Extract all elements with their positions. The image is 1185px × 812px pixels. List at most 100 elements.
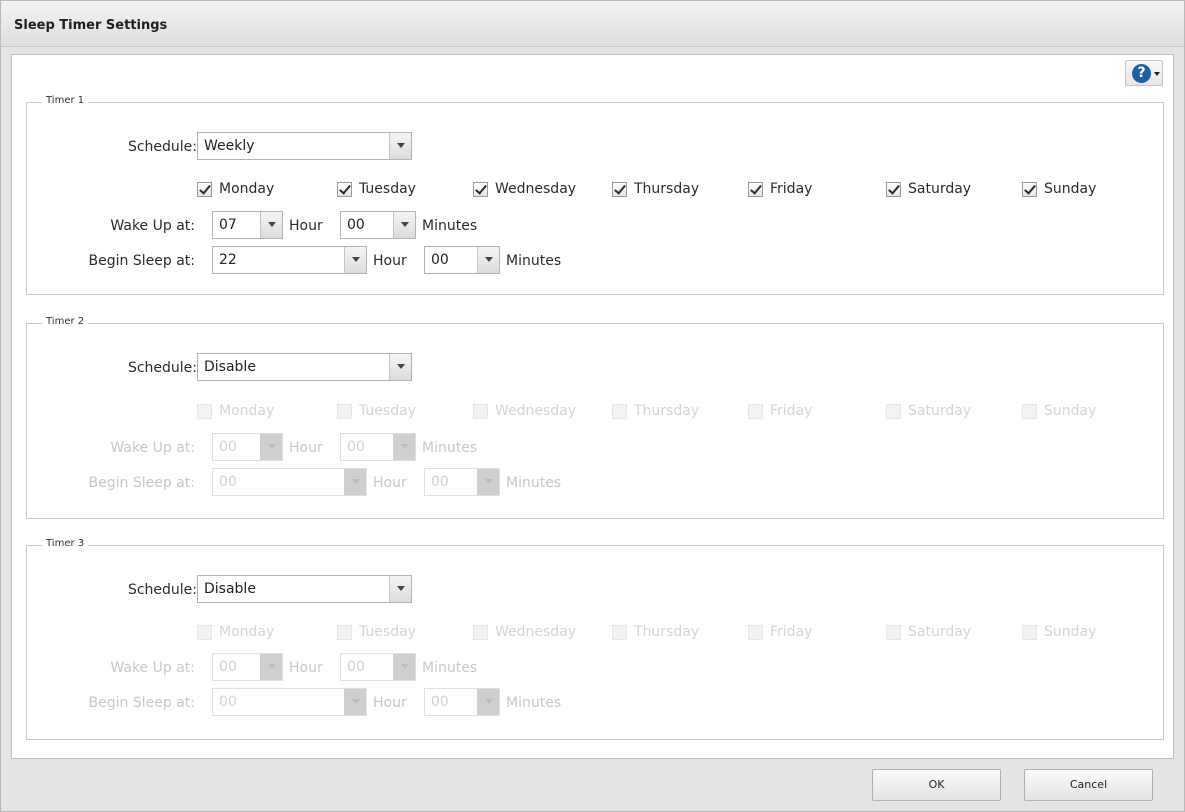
- sleep-hour-value: 00: [219, 474, 237, 490]
- timer-3-sleep-minutes-select: 00: [424, 688, 500, 716]
- checkbox-icon: [1022, 625, 1037, 640]
- begin-sleep-label: Begin Sleep at:: [88, 695, 195, 711]
- day-label: Sunday: [1044, 403, 1097, 419]
- day-label: Wednesday: [495, 181, 577, 197]
- checkbox-icon: [1022, 404, 1037, 419]
- chevron-down-icon: [393, 654, 415, 680]
- day-label: Tuesday: [359, 624, 416, 640]
- timer-1-wake-hour-select[interactable]: 07: [212, 211, 283, 239]
- begin-sleep-label: Begin Sleep at:: [88, 475, 195, 491]
- checkbox-icon: [886, 404, 901, 419]
- minutes-label: Minutes: [422, 440, 478, 456]
- timer-2-legend: Timer 2: [42, 316, 89, 327]
- wake-up-label: Wake Up at:: [110, 440, 195, 456]
- checkbox-icon: [748, 182, 763, 197]
- dialog-titlebar: Sleep Timer Settings: [1, 1, 1184, 47]
- timer-1-sleep-minutes-select[interactable]: 00: [424, 246, 500, 274]
- schedule-value: Weekly: [204, 138, 255, 154]
- timer-1-schedule-select[interactable]: Weekly: [197, 132, 412, 160]
- sleep-hour-value: 22: [219, 252, 237, 268]
- wake-up-label: Wake Up at:: [110, 218, 195, 234]
- timer-1-sleep-hour-select[interactable]: 22: [212, 246, 367, 274]
- checkbox-icon: [197, 625, 212, 640]
- day-label: Saturday: [908, 624, 972, 640]
- timer-2-wake-hour-select: 00: [212, 433, 283, 461]
- day-label: Friday: [770, 624, 813, 640]
- timer-3-wake-hour-select: 00: [212, 653, 283, 681]
- schedule-value: Disable: [204, 359, 256, 375]
- timer-1-group: Timer 1 Schedule: Weekly Monday Tuesday …: [26, 95, 1164, 295]
- day-label: Saturday: [908, 403, 972, 419]
- timer-2-schedule-select[interactable]: Disable: [197, 353, 412, 381]
- chevron-down-icon: [393, 212, 415, 238]
- checkbox-icon: [337, 625, 352, 640]
- wake-minutes-value: 00: [347, 217, 365, 233]
- chevron-down-icon: [260, 212, 282, 238]
- dialog-content: ? Timer 1 Schedule: Weekly Monday Tuesda…: [11, 54, 1174, 759]
- chevron-down-icon: [389, 133, 411, 159]
- sleep-minutes-value: 00: [431, 694, 449, 710]
- dialog-title: Sleep Timer Settings: [14, 18, 168, 33]
- timer-3-group: Timer 3 Schedule: Disable Monday Tuesday…: [26, 538, 1164, 740]
- checkbox-icon: [473, 625, 488, 640]
- checkbox-icon: [337, 182, 352, 197]
- timer-2-wake-minutes-select: 00: [340, 433, 416, 461]
- chevron-down-icon: [260, 434, 282, 460]
- chevron-down-icon: [477, 469, 499, 495]
- help-button[interactable]: ?: [1125, 60, 1163, 86]
- chevron-down-icon: [393, 434, 415, 460]
- checkbox-icon: [748, 625, 763, 640]
- schedule-label: Schedule:: [127, 582, 197, 598]
- day-label: Saturday: [908, 181, 972, 197]
- chevron-down-icon: [389, 576, 411, 602]
- sleep-timer-dialog: Sleep Timer Settings ? Timer 1 Schedule:…: [0, 0, 1185, 812]
- day-label: Friday: [770, 181, 813, 197]
- schedule-label: Schedule:: [127, 139, 197, 155]
- hour-label: Hour: [289, 218, 323, 234]
- wake-minutes-value: 00: [347, 439, 365, 455]
- day-label: Tuesday: [359, 403, 416, 419]
- minutes-label: Minutes: [506, 475, 562, 491]
- checkbox-icon: [886, 182, 901, 197]
- chevron-down-icon: [1154, 72, 1160, 76]
- wake-hour-value: 07: [219, 217, 237, 233]
- hour-label: Hour: [289, 440, 323, 456]
- sleep-minutes-value: 00: [431, 474, 449, 490]
- timer-3-schedule-select[interactable]: Disable: [197, 575, 412, 603]
- sleep-hour-value: 00: [219, 694, 237, 710]
- wake-hour-value: 00: [219, 439, 237, 455]
- day-label: Monday: [219, 624, 275, 640]
- timer-3-legend: Timer 3: [42, 538, 89, 549]
- timer-3-wake-minutes-select: 00: [340, 653, 416, 681]
- day-label: Monday: [219, 403, 275, 419]
- day-label: Thursday: [634, 181, 700, 197]
- day-label: Tuesday: [359, 181, 416, 197]
- checkbox-icon: [473, 182, 488, 197]
- cancel-button[interactable]: Cancel: [1024, 769, 1153, 801]
- hour-label: Hour: [289, 660, 323, 676]
- checkbox-icon: [612, 404, 627, 419]
- wake-hour-value: 00: [219, 659, 237, 675]
- checkbox-icon: [1022, 182, 1037, 197]
- checkbox-icon: [612, 182, 627, 197]
- chevron-down-icon: [477, 247, 499, 273]
- timer-2-sleep-hour-select: 00: [212, 468, 367, 496]
- wake-minutes-value: 00: [347, 659, 365, 675]
- day-label: Thursday: [634, 403, 700, 419]
- ok-button[interactable]: OK: [872, 769, 1001, 801]
- timer-3-sleep-hour-select: 00: [212, 688, 367, 716]
- checkbox-icon: [197, 404, 212, 419]
- chevron-down-icon: [389, 354, 411, 380]
- timer-2-group: Timer 2 Schedule: Disable Monday Tuesday…: [26, 316, 1164, 519]
- minutes-label: Minutes: [422, 218, 478, 234]
- day-label: Thursday: [634, 624, 700, 640]
- timer-1-wake-minutes-select[interactable]: 00: [340, 211, 416, 239]
- minutes-label: Minutes: [506, 695, 562, 711]
- wake-up-label: Wake Up at:: [110, 660, 195, 676]
- hour-label: Hour: [373, 475, 407, 491]
- minutes-label: Minutes: [506, 253, 562, 269]
- checkbox-icon: [473, 404, 488, 419]
- checkbox-icon: [337, 404, 352, 419]
- day-label: Sunday: [1044, 181, 1097, 197]
- chevron-down-icon: [344, 247, 366, 273]
